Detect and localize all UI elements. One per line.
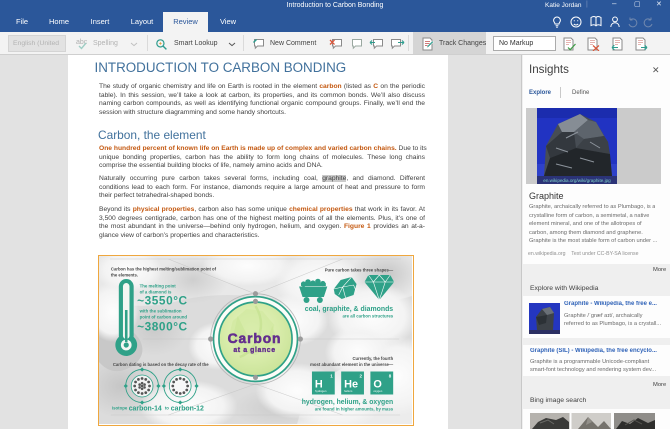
svg-text:The melting point: The melting point [140, 283, 177, 288]
svg-text:are found in higher amounts, b: are found in higher amounts, by mass [315, 406, 394, 411]
svg-text:abc: abc [76, 39, 88, 46]
svg-text:Carbon: Carbon [228, 330, 282, 346]
svg-text:hydrogen, helium, & oxygen: hydrogen, helium, & oxygen [302, 399, 393, 406]
svg-text:isotope: isotope [112, 405, 128, 410]
svg-text:en.wikipedia.org/wiki/graphite: en.wikipedia.org/wiki/graphite.jpg [543, 178, 611, 183]
svg-text:coal, graphite, & diamonds: coal, graphite, & diamonds [305, 306, 394, 313]
svg-text:~3550°C: ~3550°C [137, 293, 188, 307]
svg-text:carbon-12: carbon-12 [171, 405, 204, 412]
svg-text:are all carbon structures: are all carbon structures [343, 313, 394, 318]
svg-text:carbon-14: carbon-14 [129, 405, 162, 412]
svg-text:helium: helium [344, 389, 353, 393]
svg-text:at a glance: at a glance [233, 347, 275, 354]
svg-text:with the sublimation: with the sublimation [139, 308, 182, 313]
svg-text:hydrogen: hydrogen [315, 389, 327, 393]
svg-text:most abundant element in the u: most abundant element in the universe— [310, 362, 394, 367]
svg-text:the elements.: the elements. [111, 272, 138, 277]
svg-text:Carbon dating is based on the: Carbon dating is based on the decay rate… [113, 362, 209, 367]
svg-text:Carbon has the highest melting: Carbon has the highest melting/sublimati… [111, 266, 217, 271]
svg-text:oxygen: oxygen [373, 389, 382, 393]
svg-text:~3800°C: ~3800°C [137, 319, 188, 333]
svg-text:Currently, the fourth: Currently, the fourth [352, 356, 393, 361]
svg-text:Pure carbon takes three shapes: Pure carbon takes three shapes— [325, 267, 394, 272]
svg-text:to: to [165, 405, 169, 410]
